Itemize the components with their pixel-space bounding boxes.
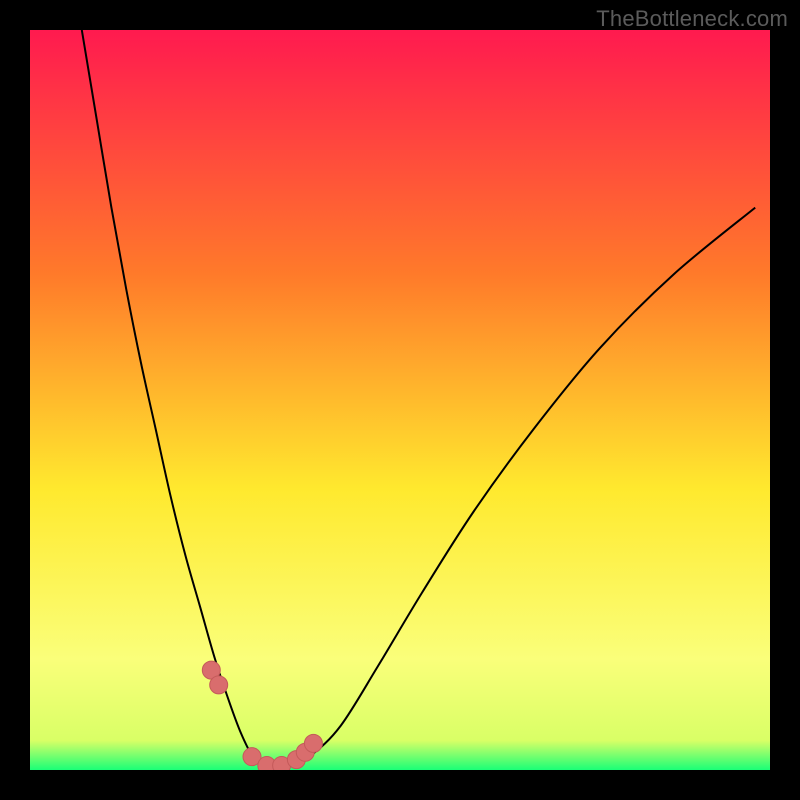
marker-point	[304, 734, 322, 752]
chart-frame: TheBottleneck.com	[0, 0, 800, 800]
plot-area	[30, 30, 770, 770]
watermark-text: TheBottleneck.com	[596, 6, 788, 32]
chart-svg	[30, 30, 770, 770]
marker-point	[210, 676, 228, 694]
gradient-background	[30, 30, 770, 770]
